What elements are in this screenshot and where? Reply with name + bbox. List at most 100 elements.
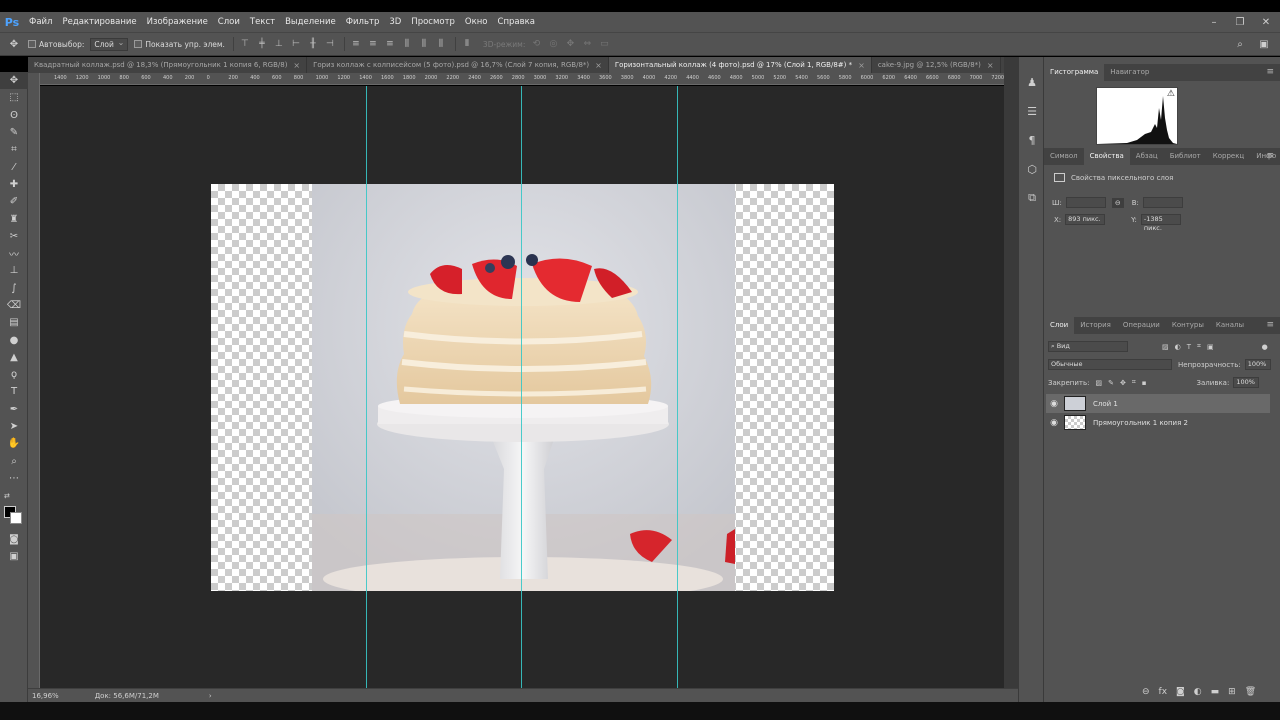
- visibility-eye-icon[interactable]: ◉: [1046, 399, 1062, 409]
- new-layer-icon[interactable]: ⊞: [1228, 687, 1236, 697]
- panel-menu-icon[interactable]: ≡: [1266, 317, 1274, 334]
- align-top-icon[interactable]: ⊤: [239, 38, 251, 50]
- background-color-swatch[interactable]: [10, 512, 22, 525]
- auto-align-icon[interactable]: ⦀: [461, 38, 473, 50]
- lock-all-icon[interactable]: ▪: [1142, 379, 1147, 387]
- align-hcenter-icon[interactable]: ╫: [307, 38, 319, 50]
- tab-info[interactable]: Инфо: [1250, 148, 1280, 165]
- type-tool-icon[interactable]: T: [0, 383, 28, 400]
- tab-properties[interactable]: Свойства: [1083, 148, 1130, 165]
- tab-history[interactable]: История: [1074, 317, 1117, 334]
- dodge-tool-icon[interactable]: ϙ: [0, 366, 28, 383]
- art-brush-tool-icon[interactable]: ∫: [0, 280, 28, 297]
- cake-photo-layer[interactable]: [312, 184, 735, 591]
- panel-menu-icon[interactable]: ≡: [1266, 148, 1274, 165]
- distribute-top-icon[interactable]: ≡: [350, 38, 362, 50]
- history-panel-icon[interactable]: ♟: [1019, 69, 1045, 95]
- 3d-panel-icon[interactable]: ⬡: [1019, 156, 1045, 182]
- color-swatches[interactable]: [0, 504, 27, 530]
- height-field[interactable]: [1142, 197, 1183, 208]
- lock-transparent-icon[interactable]: ▨: [1095, 379, 1102, 387]
- move-tool-icon[interactable]: ✥: [0, 72, 28, 90]
- guide-line-1[interactable]: [366, 86, 367, 688]
- guide-line-3[interactable]: [677, 86, 678, 688]
- autoselect-checkbox[interactable]: [28, 40, 36, 48]
- warning-icon[interactable]: ⚠: [1167, 89, 1175, 99]
- tab-histogram[interactable]: Гистограмма: [1044, 64, 1105, 81]
- autoselect-dropdown[interactable]: Слой: [90, 37, 129, 51]
- clone-stamp-tool-icon[interactable]: ♜: [0, 210, 28, 227]
- lock-pixels-icon[interactable]: ✎: [1108, 379, 1114, 387]
- marquee-tool-icon[interactable]: ⬚: [0, 89, 28, 106]
- filter-pixel-icon[interactable]: ▨: [1162, 343, 1169, 351]
- lock-artboard-icon[interactable]: ⌗: [1132, 378, 1136, 387]
- filter-type-icon[interactable]: T: [1187, 343, 1191, 351]
- screen-mode-icon[interactable]: ▣: [0, 548, 28, 565]
- link-layers-icon[interactable]: ⊖: [1142, 687, 1150, 697]
- filter-shape-icon[interactable]: ⌗: [1197, 342, 1201, 351]
- healing-brush-tool-icon[interactable]: ✚: [0, 176, 28, 193]
- x-field[interactable]: 893 пикс.: [1065, 214, 1106, 225]
- tab-document-2[interactable]: Гориз коллаж с колписейсом (5 фото).psd …: [307, 57, 609, 73]
- y-field[interactable]: -1385 пикс.: [1140, 214, 1181, 232]
- 3d-roll-icon[interactable]: ◎: [547, 38, 559, 50]
- canvas-scrollbar[interactable]: [1004, 57, 1018, 688]
- gradient-tool-icon[interactable]: ▤: [0, 314, 28, 331]
- sharpen-tool-icon[interactable]: ▲: [0, 349, 28, 366]
- tab-paths[interactable]: Контуры: [1166, 317, 1210, 334]
- menu-type[interactable]: Текст: [245, 12, 280, 32]
- 3d-pan-icon[interactable]: ✥: [564, 38, 576, 50]
- menu-file[interactable]: Файл: [24, 12, 57, 32]
- distribute-vcenter-icon[interactable]: ≡: [367, 38, 379, 50]
- restore-button[interactable]: ❐: [1234, 17, 1246, 28]
- align-vcenter-icon[interactable]: ╪: [256, 38, 268, 50]
- fill-field[interactable]: 100%: [1233, 377, 1260, 388]
- menu-view[interactable]: Просмотр: [406, 12, 460, 32]
- status-menu-arrow[interactable]: ›: [209, 692, 212, 700]
- menu-window[interactable]: Окно: [460, 12, 493, 32]
- adjustment-layer-icon[interactable]: ◐: [1194, 687, 1202, 697]
- document-canvas[interactable]: [211, 184, 834, 591]
- visibility-eye-icon[interactable]: ◉: [1046, 418, 1062, 428]
- distribute-left-icon[interactable]: ⫼: [401, 38, 413, 50]
- layer-row[interactable]: ◉ Слой 1: [1046, 394, 1270, 413]
- path-select-tool-icon[interactable]: ➤: [0, 418, 28, 435]
- tab-channels[interactable]: Каналы: [1210, 317, 1250, 334]
- move-tool-icon[interactable]: ✥: [6, 36, 22, 52]
- menu-layers[interactable]: Слои: [213, 12, 245, 32]
- tab-libraries[interactable]: Библиот: [1164, 148, 1207, 165]
- blur-tool-icon[interactable]: ●: [0, 331, 28, 348]
- align-right-icon[interactable]: ⊣: [324, 38, 336, 50]
- show-controls-option[interactable]: Показать упр. элем.: [134, 40, 225, 49]
- tab-character[interactable]: Символ: [1044, 148, 1084, 165]
- close-icon[interactable]: ×: [293, 61, 300, 70]
- brush-tool-icon[interactable]: ✐: [0, 193, 28, 210]
- adjustments-panel-icon[interactable]: ☰: [1019, 98, 1045, 124]
- tab-paragraph[interactable]: Абзац: [1130, 148, 1164, 165]
- menu-edit[interactable]: Редактирование: [57, 12, 141, 32]
- width-field[interactable]: [1065, 197, 1106, 208]
- fx-icon[interactable]: fx: [1159, 687, 1168, 697]
- close-icon[interactable]: ×: [858, 61, 865, 70]
- more-tools-icon[interactable]: ⋯: [0, 470, 28, 487]
- align-bottom-icon[interactable]: ⊥: [273, 38, 285, 50]
- zoom-tool-icon[interactable]: ⌕: [0, 453, 28, 470]
- tab-layers[interactable]: Слои: [1044, 317, 1075, 334]
- stamp-tool-icon[interactable]: ⊥: [0, 262, 28, 279]
- tab-navigator[interactable]: Навигатор: [1104, 64, 1155, 81]
- layer-filter-dropdown[interactable]: ⌕ Вид: [1048, 341, 1128, 352]
- close-icon[interactable]: ×: [987, 61, 994, 70]
- autoselect-option[interactable]: Автовыбор:: [28, 40, 84, 49]
- distribute-hcenter-icon[interactable]: ⫼: [418, 38, 430, 50]
- align-left-icon[interactable]: ⊢: [290, 38, 302, 50]
- show-controls-checkbox[interactable]: [134, 40, 143, 48]
- 3d-slide-icon[interactable]: ⇔: [581, 38, 593, 50]
- 3d-scale-icon[interactable]: ▭: [598, 38, 610, 50]
- mixer-brush-tool-icon[interactable]: 〰: [0, 245, 28, 262]
- workspace-icon[interactable]: ▣: [1256, 36, 1272, 52]
- eraser-tool-icon[interactable]: ⌫: [0, 297, 28, 314]
- filter-smart-icon[interactable]: ▣: [1207, 343, 1214, 351]
- guide-line-2[interactable]: [521, 86, 522, 688]
- menu-select[interactable]: Выделение: [280, 12, 341, 32]
- tab-adjustments[interactable]: Коррекц: [1207, 148, 1250, 165]
